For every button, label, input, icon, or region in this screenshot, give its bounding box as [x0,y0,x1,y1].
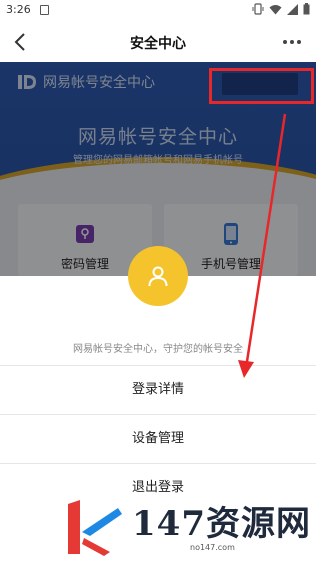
signal-icon [287,3,298,15]
annotation-highlight-box [209,68,314,104]
notification-icon [40,5,49,15]
vibrate-icon [252,3,264,15]
watermark-domain: no147.com [190,543,235,552]
device-management-item[interactable]: 设备管理 [0,414,316,462]
page-title: 安全中心 [130,36,186,52]
watermark-text: 147资源网 [132,504,311,544]
status-time: 3:26 [6,3,31,16]
avatar [128,246,188,306]
user-icon [148,266,168,287]
battery-icon [303,3,310,15]
login-details-item[interactable]: 登录详情 [0,365,316,413]
wifi-icon [269,4,282,14]
nav-bar: 安全中心 [0,22,316,62]
more-options-icon[interactable] [280,30,304,54]
sheet-caption: 网易帐号安全中心，守护您的帐号安全 [73,344,243,355]
status-icons [252,3,310,15]
status-bar: 3:26 [0,0,316,22]
